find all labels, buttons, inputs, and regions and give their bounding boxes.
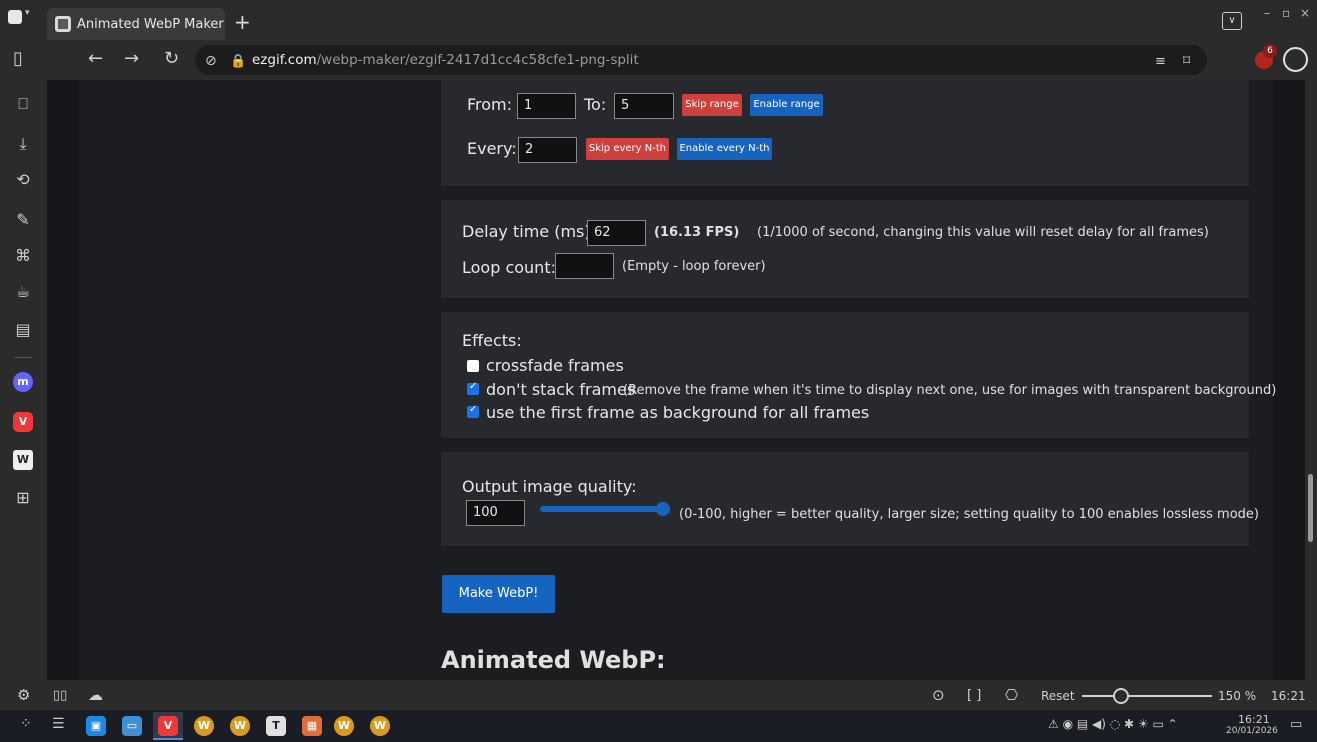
panel-toggle-icon[interactable]: ▯ <box>13 50 23 68</box>
result-heading: Animated WebP: <box>441 646 666 674</box>
timing-panel <box>441 200 1249 298</box>
wikipedia-panel-icon[interactable]: W <box>13 450 33 470</box>
zoom-slider[interactable] <box>1082 695 1212 697</box>
delay-note: (1/1000 of second, changing this value w… <box>757 225 1209 240</box>
delay-time-input[interactable]: 62 <box>587 220 646 246</box>
crossfade-label[interactable]: crossfade frames <box>486 356 624 375</box>
quality-note: (0-100, higher = better quality, larger … <box>679 507 1259 522</box>
quality-slider[interactable] <box>540 506 665 512</box>
from-label: From: <box>467 95 513 114</box>
reading-list-icon[interactable]: ☕ <box>13 282 33 302</box>
new-tab-button[interactable]: + <box>234 12 251 32</box>
add-web-panel-icon[interactable]: ⊞ <box>13 488 33 508</box>
skip-range-button[interactable]: Skip range <box>682 94 742 116</box>
vivaldi-taskbar-icon[interactable]: V <box>158 716 178 736</box>
loop-count-label: Loop count: <box>462 258 556 277</box>
url-text[interactable]: ezgif.com/webp-maker/ezgif-2417d1cc4c58c… <box>252 52 639 68</box>
chevron-down-icon[interactable]: ▾ <box>25 8 30 18</box>
scrollbar-thumb[interactable] <box>1308 474 1313 542</box>
notes-panel-icon[interactable]: ✎ <box>13 210 33 230</box>
translate-panel-icon[interactable]: ⌘ <box>13 246 33 266</box>
vivaldi-panel-icon[interactable]: V <box>13 412 33 432</box>
first-frame-bg-label[interactable]: use the first frame as background for al… <box>486 403 869 422</box>
effects-title: Effects: <box>462 331 522 350</box>
app-launcher-icon[interactable]: ⁘ <box>20 716 32 732</box>
every-label: Every: <box>467 139 517 158</box>
bookmarks-panel-icon[interactable]: ⎕ <box>13 94 33 114</box>
zoom-level: 150 % <box>1218 689 1257 703</box>
dont-stack-note: (Remove the frame when it's time to disp… <box>623 383 1277 398</box>
capture-icon[interactable]: ⊙ <box>932 686 945 704</box>
store-taskbar-icon[interactable]: ▣ <box>86 716 106 736</box>
reload-icon[interactable]: ↻ <box>164 50 179 68</box>
mastodon-panel-icon[interactable]: m <box>13 372 33 392</box>
ezgif-favicon-icon <box>55 16 71 32</box>
settings-gear-icon[interactable]: ⚙ <box>17 686 30 704</box>
files-taskbar-icon[interactable]: ▭ <box>122 716 142 736</box>
page-margin-left <box>47 80 78 680</box>
tab-title: Animated WebP Maker <box>77 16 224 32</box>
reader-view-icon[interactable]: ≡ <box>1155 53 1166 71</box>
skip-every-nth-button[interactable]: Skip every N-th <box>586 138 669 160</box>
zoom-reset-button[interactable]: Reset <box>1041 689 1075 703</box>
back-icon[interactable]: ← <box>88 50 103 68</box>
quality-label: Output image quality: <box>462 477 637 496</box>
app-grid-taskbar-icon[interactable]: ▦ <box>302 716 322 736</box>
every-input[interactable]: 2 <box>518 137 577 163</box>
quality-input[interactable]: 100 <box>466 500 525 526</box>
typora-taskbar-icon[interactable]: T <box>266 716 286 736</box>
maximize-button[interactable]: ▫ <box>1282 6 1290 20</box>
to-input[interactable]: 5 <box>614 93 674 119</box>
sidebar-divider <box>14 357 32 358</box>
enable-range-button[interactable]: Enable range <box>750 94 823 116</box>
page-tiling-icon[interactable]: [ ] <box>967 688 981 703</box>
tabs-dropdown-icon[interactable]: ∨ <box>1222 12 1242 30</box>
ublock-badge: 6 <box>1263 44 1277 58</box>
bookmark-icon[interactable]: ⌑ <box>1183 52 1190 70</box>
delay-time-label: Delay time (ms): <box>462 222 596 241</box>
history-panel-icon[interactable]: ⟲ <box>13 170 33 190</box>
profile-avatar-icon[interactable] <box>1283 47 1308 72</box>
app-w2-taskbar-icon[interactable]: W <box>230 716 250 736</box>
downloads-panel-icon[interactable]: ⤓ <box>13 134 33 154</box>
dont-stack-checkbox[interactable] <box>467 381 479 395</box>
close-button[interactable]: × <box>1300 6 1310 20</box>
from-input[interactable]: 1 <box>517 93 576 119</box>
taskbar-date: 20/01/2026 <box>1226 726 1278 736</box>
app-w3-taskbar-icon[interactable]: W <box>334 716 354 736</box>
loop-count-input[interactable] <box>555 253 614 279</box>
notifications-icon[interactable]: ▭ <box>1290 717 1302 732</box>
tile-tabs-icon[interactable]: ▯▯ <box>53 688 67 703</box>
enable-every-nth-button[interactable]: Enable every N-th <box>677 138 772 160</box>
crossfade-checkbox[interactable] <box>467 360 479 372</box>
tray-icons[interactable]: ⚠ ◉ ▤ ◀) ◌ ✱ ☀ ▭ ⌃ <box>1048 717 1178 731</box>
taskbar-time: 16:21 <box>1238 713 1270 726</box>
quality-panel <box>441 452 1249 546</box>
forward-icon[interactable]: → <box>124 50 139 68</box>
tab-animated-webp-maker[interactable]: Animated WebP Maker <box>47 8 225 40</box>
app-w4-taskbar-icon[interactable]: W <box>370 716 390 736</box>
window-panel-icon[interactable]: ▤ <box>13 320 33 340</box>
fps-readout: (16.13 FPS) <box>654 225 740 240</box>
minimize-button[interactable]: – <box>1264 6 1270 20</box>
dont-stack-label[interactable]: don't stack frames <box>486 380 635 399</box>
show-desktop-icon[interactable]: ☰ <box>52 716 65 732</box>
sync-cloud-icon[interactable]: ☁ <box>88 686 103 704</box>
statusbar-clock: 16:21 <box>1271 689 1306 703</box>
scrollbar[interactable] <box>1305 80 1317 680</box>
to-label: To: <box>584 95 607 114</box>
page-margin-right <box>1273 80 1305 680</box>
page-actions-icon[interactable]: ⎔ <box>1005 686 1018 704</box>
lock-icon[interactable]: 🔒 <box>230 53 246 71</box>
tracker-block-icon[interactable]: ⊘ <box>205 52 217 70</box>
quality-slider-knob[interactable] <box>656 502 670 516</box>
first-frame-bg-checkbox[interactable] <box>467 404 479 418</box>
loop-note: (Empty - loop forever) <box>622 259 766 274</box>
app-w-taskbar-icon[interactable]: W <box>194 716 214 736</box>
make-webp-button[interactable]: Make WebP! <box>442 575 555 613</box>
zoom-slider-knob[interactable] <box>1113 688 1129 704</box>
vivaldi-menu-icon[interactable] <box>8 10 22 24</box>
